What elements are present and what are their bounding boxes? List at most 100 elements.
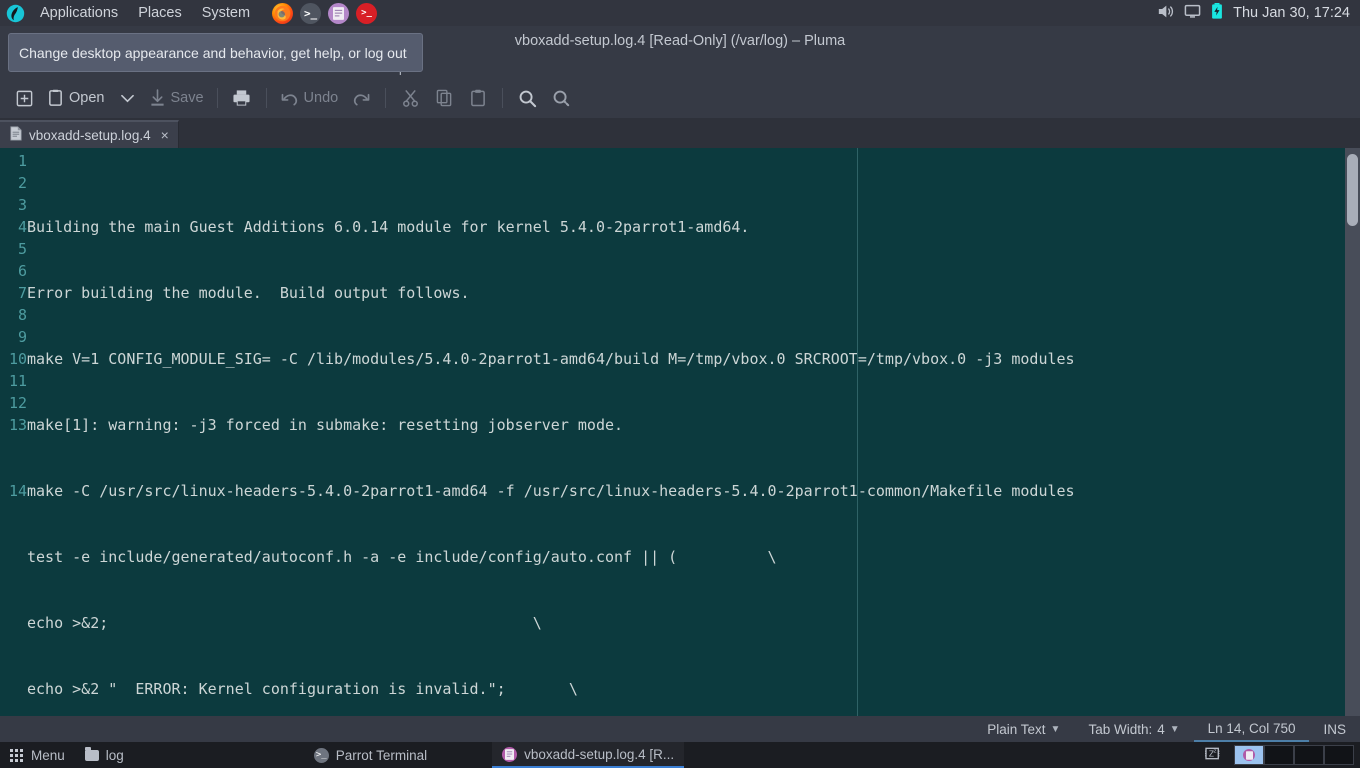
tab-width-label: Tab Width: [1088,721,1153,737]
terminal-icon[interactable]: >_ [300,2,322,24]
pluma-icon[interactable] [328,2,350,24]
terminal-icon: >_ [313,747,329,763]
tab-close-icon[interactable]: × [161,127,169,143]
line-number: 8 [17,306,27,324]
root-terminal-icon[interactable]: >_ [356,2,378,24]
desktop-screen: Applications Places System >_ >_ Thu Jan… [0,0,1360,768]
undo-button: Undo [275,82,344,114]
taskbar-item-log[interactable]: log [75,742,134,768]
tooltip: Change desktop appearance and behavior, … [8,33,423,72]
workspace-switcher[interactable] [1234,745,1354,765]
tab-width-value: 4 [1157,721,1165,737]
language-label: Plain Text [987,721,1046,737]
code-line: make -C /usr/src/linux-headers-5.4.0-2pa… [27,482,1075,500]
line-number: 14 [8,482,27,500]
top-menu-applications[interactable]: Applications [30,0,128,26]
workspace-2[interactable] [1264,745,1294,765]
code-line: make V=1 CONFIG_MODULE_SIG= -C /lib/modu… [27,350,1075,368]
top-panel: Applications Places System >_ >_ Thu Jan… [0,0,1360,26]
toolbar-separator [502,88,504,108]
open-button[interactable]: Open [42,82,109,114]
line-number: 12 [8,394,27,412]
line-number: 2 [17,174,27,192]
vertical-scrollbar-thumb[interactable] [1347,154,1358,226]
taskbar-menu-button[interactable]: Menu [0,742,75,768]
pluma-icon [502,746,518,762]
language-selector[interactable]: Plain Text ▼ [973,722,1074,737]
open-dropdown-chevron-down-icon[interactable] [111,82,143,114]
tab-bar: vboxadd-setup.log.4 × [0,118,1360,148]
cursor-position: Ln 14, Col 750 [1193,716,1310,742]
pluma-icon [1243,749,1255,761]
find-button[interactable] [511,82,543,114]
taskbar-item-parrot-terminal[interactable]: >_ Parrot Terminal [304,742,437,768]
workspace-3[interactable] [1294,745,1324,765]
line-number: 4 [17,218,27,236]
top-panel-tray: Thu Jan 30, 17:24 [1157,3,1360,23]
save-button: Save [145,82,208,114]
display-icon[interactable] [1184,4,1201,23]
taskbar-menu-label: Menu [31,747,65,763]
workspace-4[interactable] [1324,745,1354,765]
open-button-label: Open [69,90,105,106]
top-panel-launchers: >_ >_ [272,2,378,24]
code-line: echo >&2 " ERROR: Kernel configuration i… [27,680,578,698]
grid-menu-icon [10,748,23,762]
print-button[interactable] [226,82,258,114]
tooltip-text: Change desktop appearance and behavior, … [19,44,407,61]
workspace-1[interactable] [1234,745,1264,765]
line-number: 5 [17,240,27,258]
clock[interactable]: Thu Jan 30, 17:24 [1233,5,1350,21]
line-number: 1 [17,152,27,170]
tab-width-selector[interactable]: Tab Width: 4 ▼ [1074,722,1193,737]
undo-button-label: Undo [303,90,339,106]
insert-mode-indicator[interactable]: INS [1309,722,1360,737]
line-number: 13 [8,416,27,434]
code-line: test -e include/generated/autoconf.h -a … [27,548,777,566]
save-button-label: Save [170,90,204,106]
volume-icon[interactable] [1157,4,1174,23]
toolbar-separator [265,88,267,108]
tab-vboxadd-setup-log[interactable]: vboxadd-setup.log.4 × [0,120,179,148]
battery-icon[interactable] [1211,3,1223,23]
code-line: Building the main Guest Additions 6.0.14… [27,218,750,236]
paste-button [462,82,494,114]
top-menu-system[interactable]: System [192,0,260,26]
replace-button[interactable] [545,82,577,114]
taskbar-item-label: log [105,747,124,763]
taskbar-right: Zz [1205,742,1360,768]
tab-label: vboxadd-setup.log.4 [29,127,151,143]
new-document-button[interactable] [8,82,40,114]
redo-button [345,82,377,114]
line-number: 7 [17,284,27,302]
taskbar: Menu log >_ Parrot Terminal vboxadd-setu… [0,742,1360,768]
toolbar: Open Save Undo [0,78,1360,118]
firefox-icon[interactable] [272,2,294,24]
toolbar-separator [385,88,387,108]
taskbar-item-active-window[interactable]: vboxadd-setup.log.4 [R... [492,742,685,768]
code-line: echo >&2; \ [27,614,542,632]
code-line: make[1]: warning: -j3 forced in submake:… [27,416,624,434]
cut-button [394,82,426,114]
status-bar: Plain Text ▼ Tab Width: 4 ▼ Ln 14, Col 7… [0,716,1360,742]
vertical-scrollbar[interactable] [1345,148,1360,716]
sleep-icon[interactable]: Zz [1205,745,1224,765]
line-number: 11 [8,372,27,390]
line-number: 9 [17,328,27,346]
toolbar-separator [216,88,218,108]
svg-text:z: z [1214,749,1217,755]
chevron-down-icon: ▼ [1050,723,1061,735]
editor-area[interactable]: 1 2 3 4 5 6 7 8 9 10 11 12 13 14 Buildin… [0,148,1360,716]
pluma-window: vboxadd-setup.log.4 [Read-Only] (/var/lo… [0,26,1360,742]
insert-mode-label: INS [1323,721,1346,737]
taskbar-item-label: Parrot Terminal [335,747,428,763]
parrot-logo-icon[interactable] [0,4,30,23]
taskbar-active-label: vboxadd-setup.log.4 [R... [524,746,675,762]
code-text[interactable]: Building the main Guest Additions 6.0.14… [27,148,1360,716]
line-number-gutter: 1 2 3 4 5 6 7 8 9 10 11 12 13 14 [0,148,27,716]
code-line: Error building the module. Build output … [27,284,470,302]
folder-icon [84,746,99,761]
top-menu-places[interactable]: Places [128,0,192,26]
line-number: 6 [17,262,27,280]
chevron-down-icon: ▼ [1169,723,1180,735]
